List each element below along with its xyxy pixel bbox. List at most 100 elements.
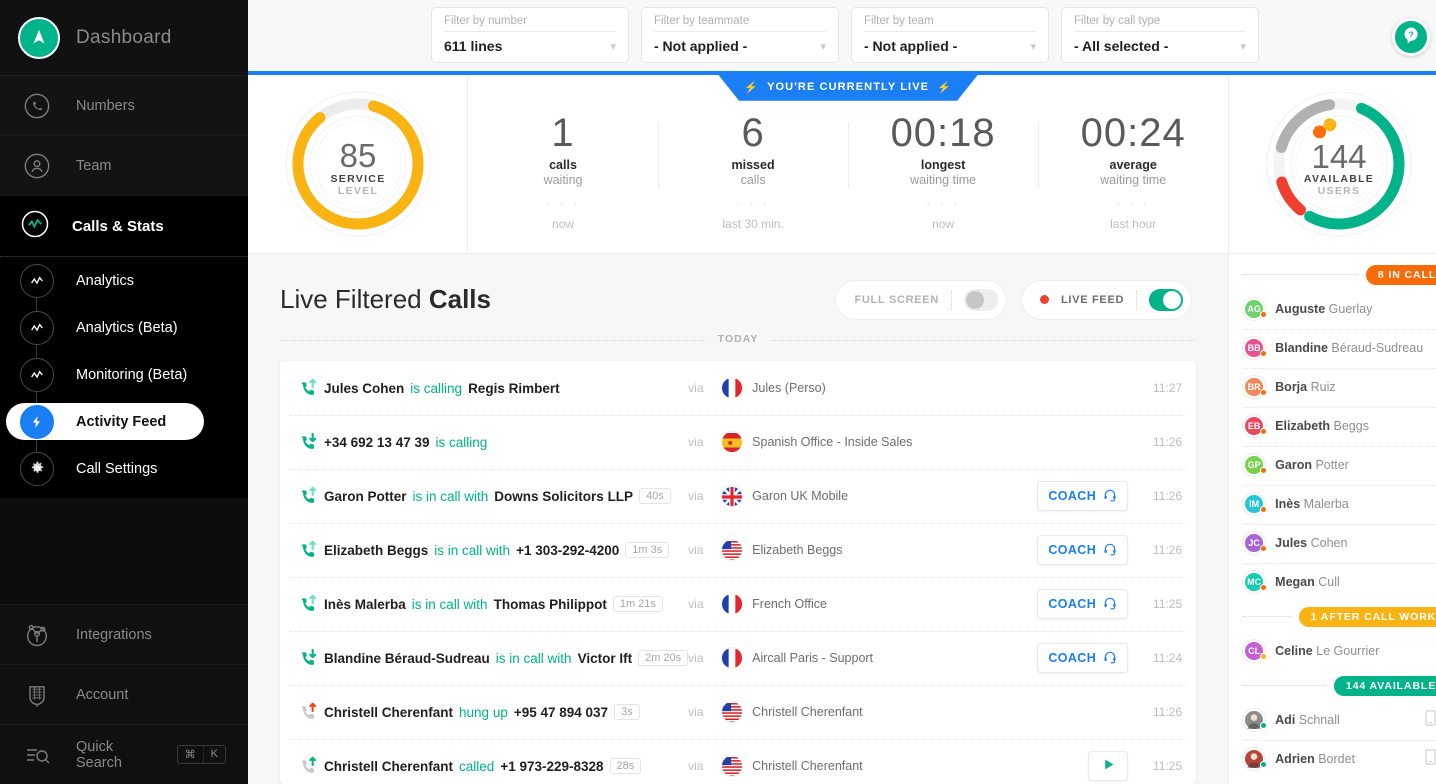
full-screen-toggle[interactable]: FULL SCREEN: [835, 280, 1007, 320]
user-name: Elizabeth Beggs: [1275, 419, 1369, 433]
quick-search-shortcut: ⌘ K: [177, 745, 226, 764]
kpi-value: 6: [658, 112, 848, 154]
call-description: Elizabeth Beggs is in call with +1 303-292…: [324, 542, 669, 558]
brand-title: Dashboard: [76, 27, 172, 49]
user-row[interactable]: GPGaron Potter: [1229, 446, 1436, 485]
kpi-value: 00:24: [1038, 112, 1228, 154]
recording-dot-icon: [1040, 295, 1049, 304]
help-question-icon: ?: [1401, 25, 1421, 50]
user-row[interactable]: BBBlandine Béraud-Sudreau: [1229, 329, 1436, 368]
search-list-icon: [20, 738, 54, 772]
service-level-value: 85: [339, 137, 376, 174]
filter-by-teammate[interactable]: Filter by teammate - Not applied - ▾: [641, 7, 839, 63]
sidebar-item-activity-feed[interactable]: Activity Feed: [0, 398, 248, 445]
coach-button[interactable]: COACH: [1037, 643, 1128, 673]
svg-text:?: ?: [1409, 29, 1414, 39]
filter-by-number[interactable]: Filter by number 611 lines ▾: [431, 7, 629, 63]
sidebar-item-integrations[interactable]: Integrations: [0, 604, 248, 664]
sidebar-item-team[interactable]: Team: [0, 136, 248, 196]
call-line-info: viaSpanish Office - Inside Sales: [688, 431, 1018, 453]
call-row[interactable]: Christell Cherenfanthung up+95 47 894 03…: [280, 685, 1196, 739]
chevron-down-icon[interactable]: ▾: [1240, 40, 1246, 53]
user-row[interactable]: MCMegan Cull: [1229, 563, 1436, 602]
user-row[interactable]: BRBorja Ruiz: [1229, 368, 1436, 407]
kpi-label-1: average: [1038, 158, 1228, 172]
sidebar-item-call-settings[interactable]: Call Settings: [0, 445, 248, 492]
call-line-name: Jules (Perso): [752, 381, 826, 395]
call-duration: 2m 20s: [638, 650, 688, 666]
chevron-down-icon[interactable]: ▾: [610, 40, 616, 53]
sidebar-item-analytics-beta[interactable]: Analytics (Beta): [0, 304, 248, 351]
user-row[interactable]: EBElizabeth Beggs: [1229, 407, 1436, 446]
call-line-info: viaAircall Paris - Support: [688, 647, 1018, 669]
kpi-label-2: calls: [658, 173, 848, 187]
user-row[interactable]: JCJules Cohen: [1229, 524, 1436, 563]
live-feed-switch[interactable]: [1149, 289, 1183, 311]
call-target: +1 303-292-4200: [516, 543, 619, 558]
user-row[interactable]: Adi Schnall: [1229, 701, 1436, 740]
sidebar-item-account[interactable]: Account: [0, 664, 248, 724]
available-users-value: 144: [1311, 138, 1366, 175]
call-subject: Jules Cohen: [324, 381, 404, 396]
user-row[interactable]: CLCeline Le Gourrier: [1229, 632, 1436, 671]
call-subject: Blandine Béraud-Sudreau: [324, 651, 490, 666]
filter-value: - Not applied -: [654, 38, 747, 54]
call-row[interactable]: Elizabeth Beggs is in call with +1 303-292…: [280, 523, 1196, 577]
user-row[interactable]: IMInès Malerba: [1229, 485, 1436, 524]
call-row[interactable]: +34 692 13 47 39is callingviaSpanish Off…: [280, 415, 1196, 469]
stats-band: ⚡ YOU'RE CURRENTLY LIVE ⚡ 85 SERVICE LEV…: [248, 75, 1436, 254]
call-direction-icon: [294, 539, 324, 561]
sidebar-item-analytics[interactable]: Analytics: [0, 257, 248, 304]
full-screen-switch[interactable]: [964, 289, 998, 311]
sidebar-item-numbers[interactable]: Numbers: [0, 76, 248, 136]
chevron-down-icon[interactable]: ▾: [1030, 40, 1036, 53]
call-row[interactable]: Blandine Béraud-Sudreauis in call withVi…: [280, 631, 1196, 685]
coach-button[interactable]: COACH: [1037, 535, 1128, 565]
filter-label: Filter by teammate: [654, 15, 826, 32]
help-button[interactable]: ?: [1392, 18, 1430, 56]
call-line-name: French Office: [752, 597, 827, 611]
avatar: IM: [1243, 493, 1265, 515]
call-line-info: viaElizabeth Beggs: [688, 539, 1018, 561]
monitoring-icon: [20, 358, 54, 392]
call-line-name: Christell Cherenfant: [752, 705, 862, 719]
user-row[interactable]: Adrien Bordet: [1229, 740, 1436, 779]
play-recording-button[interactable]: [1088, 751, 1128, 781]
coach-button[interactable]: COACH: [1037, 589, 1128, 619]
kpi-group: 1 calls waiting · · · now 6 missed calls…: [468, 75, 1228, 253]
sidebar-item-calls-and-stats[interactable]: Calls & Stats: [0, 196, 248, 256]
kpi-period: now: [468, 217, 658, 231]
live-feed-toggle[interactable]: LIVE FEED: [1021, 280, 1192, 320]
service-level-label-bottom: LEVEL: [337, 185, 377, 197]
filter-value: - Not applied -: [864, 38, 957, 54]
user-row[interactable]: AGAuguste Guerlay: [1229, 290, 1436, 329]
call-description: Inès Malerbais in call withThomas Philip…: [324, 596, 663, 612]
call-action: hung up: [459, 705, 508, 720]
call-row[interactable]: Jules Cohenis callingRegis RimbertviaJul…: [280, 361, 1196, 415]
sidebar-item-label: Numbers: [76, 98, 135, 114]
live-ribbon-label: YOU'RE CURRENTLY LIVE: [767, 81, 929, 93]
call-row[interactable]: Inès Malerbais in call withThomas Philip…: [280, 577, 1196, 631]
call-subject: Elizabeth Beggs: [324, 543, 428, 558]
user-name: Adrien Bordet: [1275, 752, 1355, 766]
filter-by-team[interactable]: Filter by team - Not applied - ▾: [851, 7, 1049, 63]
call-description: Blandine Béraud-Sudreauis in call withVi…: [324, 650, 688, 666]
brand-header[interactable]: Dashboard: [0, 0, 248, 76]
call-action: is in call with: [434, 543, 510, 558]
live-feed-label: LIVE FEED: [1061, 294, 1124, 306]
users-status-panel: 8 IN CALLAGAuguste GuerlayBBBlandine Bér…: [1228, 254, 1436, 784]
coach-label: COACH: [1048, 597, 1096, 611]
analytics-icon: [20, 264, 54, 298]
sidebar-item-quick-search[interactable]: Quick Search ⌘ K: [0, 724, 248, 784]
sidebar-item-monitoring-beta[interactable]: Monitoring (Beta): [0, 351, 248, 398]
kpi-period: last hour: [1038, 217, 1228, 231]
coach-button[interactable]: COACH: [1037, 481, 1128, 511]
call-description: Christell Cherenfanthung up+95 47 894 03…: [324, 704, 640, 720]
call-row[interactable]: Garon Potteris in call withDowns Solicit…: [280, 469, 1196, 523]
filter-by-call-type[interactable]: Filter by call type - All selected - ▾: [1061, 7, 1259, 63]
call-row[interactable]: Christell Cherenfantcalled+1 973-229-832…: [280, 739, 1196, 784]
chevron-down-icon[interactable]: ▾: [820, 40, 826, 53]
main-area: Filter by number 611 lines ▾ Filter by t…: [248, 0, 1436, 784]
call-subject: Christell Cherenfant: [324, 705, 453, 720]
service-level-label-top: SERVICE: [330, 173, 385, 185]
